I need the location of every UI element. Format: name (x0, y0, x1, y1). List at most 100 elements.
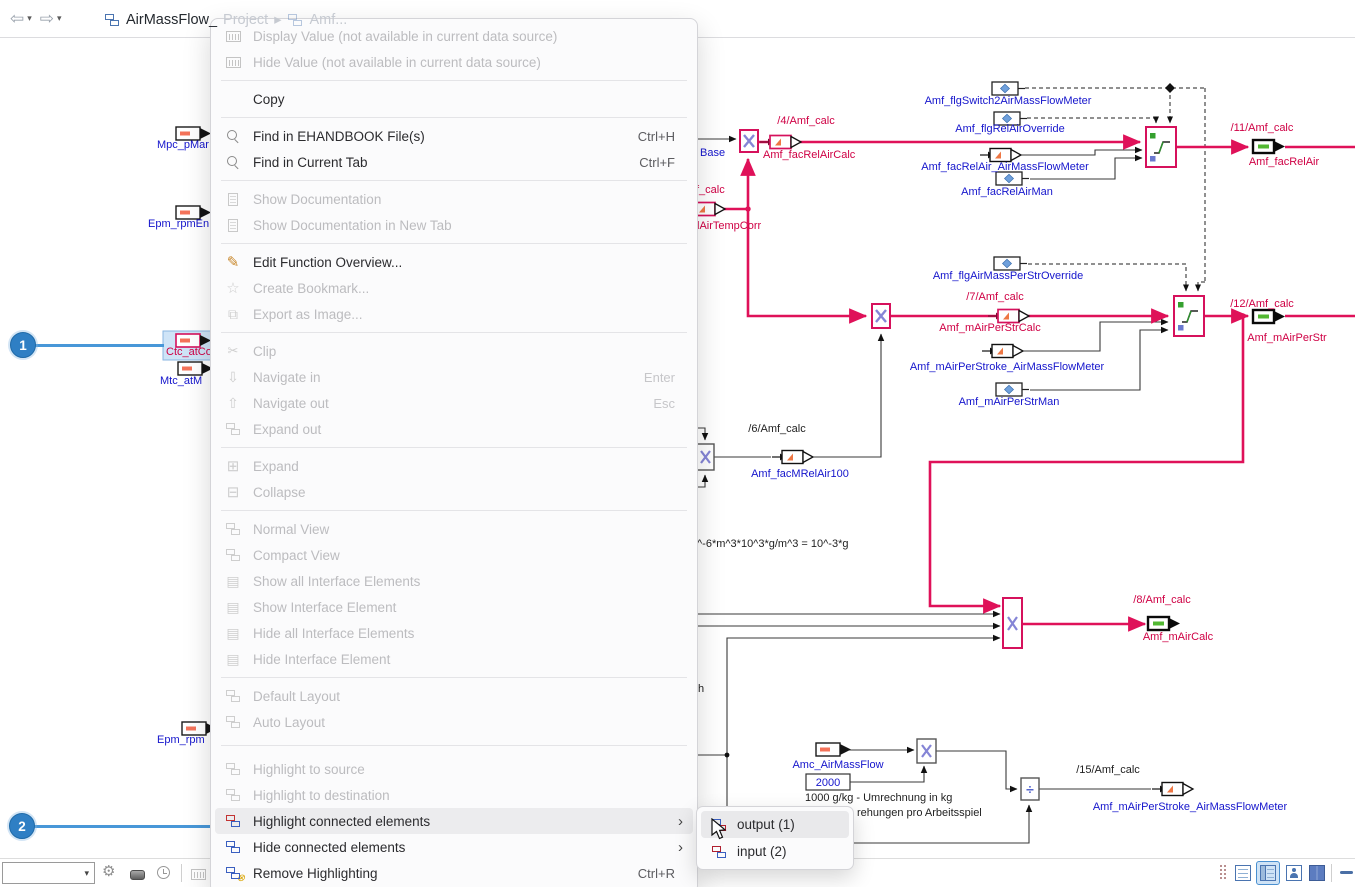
menu-item-navigate-out[interactable]: ⇧ Navigate out Esc (215, 390, 693, 416)
label-epm-bottom[interactable]: Epm_rpm (157, 734, 205, 746)
zoom-out-button[interactable] (1340, 871, 1353, 874)
menu-item-hide-value[interactable]: Hide Value (not available in current dat… (215, 49, 693, 75)
label-mairperstr-man[interactable]: Amf_mAirPerStrMan (959, 396, 1060, 408)
label-flg-relair-override[interactable]: Amf_flgRelAirOverride (955, 123, 1064, 135)
menu-item-default-layout[interactable]: Default Layout (215, 683, 693, 709)
menu-item-export-as-image[interactable]: ⧉ Export as Image... (215, 301, 693, 327)
menu-item-highlight-connected-elements[interactable]: Highlight connected elements › (215, 808, 693, 834)
label-mairperstrcalc[interactable]: Amf_mAirPerStrCalc (939, 322, 1041, 334)
multiply-block-2[interactable] (872, 304, 890, 328)
label-base: Base (700, 147, 725, 159)
forward-history-caret-icon[interactable]: ▾ (57, 13, 62, 24)
port-mairperstrcalc[interactable] (988, 310, 1029, 323)
history-clock-icon[interactable] (157, 866, 170, 883)
multiply-block-5[interactable] (917, 739, 936, 763)
port-facrelair-man[interactable] (996, 172, 1029, 185)
back-history-caret-icon[interactable]: ▾ (27, 13, 32, 24)
shortcut: Ctrl+H (638, 129, 675, 144)
submenu-item-input[interactable]: input (2) (701, 838, 849, 865)
menu-item-show-interface-element[interactable]: ▤ Show Interface Element (215, 594, 693, 620)
label-facrelair-man[interactable]: Amf_facRelAirMan (961, 186, 1053, 198)
menu-item-navigate-in[interactable]: ⇩ Navigate in Enter (215, 364, 693, 390)
port-mairperstroke-amfm-2[interactable] (1152, 783, 1193, 796)
port-mairperstroke-amfm[interactable] (982, 345, 1023, 358)
port-out-mairperstr[interactable] (1253, 310, 1285, 323)
multiply-block-4[interactable] (1003, 598, 1022, 648)
label-maircalc[interactable]: Amf_mAirCalc (1143, 631, 1214, 643)
port-facrelaircalc[interactable] (760, 136, 801, 149)
handbook-panel-button[interactable] (1305, 861, 1329, 885)
port-facmrelair100[interactable] (772, 451, 813, 464)
label-flg-perstr-override[interactable]: Amf_flgAirMassPerStrOverride (933, 270, 1083, 282)
menu-item-copy[interactable]: Copy (215, 86, 693, 112)
menu-item-hide-all-interface-elements[interactable]: ▤ Hide all Interface Elements (215, 620, 693, 646)
menu-item-compact-view[interactable]: Compact View (215, 542, 693, 568)
menu-item-hide-connected-elements[interactable]: Hide connected elements › (215, 834, 693, 860)
menu-item-show-documentation[interactable]: Show Documentation (215, 186, 693, 212)
drag-handle-icon[interactable] (1220, 865, 1226, 885)
menu-item-find-in-ehandbook[interactable]: Find in EHANDBOOK File(s) Ctrl+H (215, 123, 693, 149)
settings-gear-icon[interactable]: ⚙ (102, 862, 115, 880)
menu-item-hide-interface-element[interactable]: ▤ Hide Interface Element (215, 646, 693, 672)
menu-item-remove-highlighting[interactable]: ⊗ Remove Highlighting Ctrl+R (215, 860, 693, 886)
label-facrelaircalc[interactable]: Amf_facRelAirCalc (763, 149, 856, 161)
expand-icon: ⊞ (223, 457, 243, 475)
menu-item-collapse[interactable]: ⊟ Collapse (215, 479, 693, 505)
contact-panel-button[interactable] (1282, 861, 1306, 885)
label-mpc[interactable]: Mpc_pMar (157, 139, 209, 151)
menu-item-highlight-to-destination[interactable]: Highlight to destination (215, 782, 693, 808)
menu-item-create-bookmark[interactable]: ☆ Create Bookmark... (215, 275, 693, 301)
diagram-input-icon (709, 845, 729, 859)
label-facrelair[interactable]: Amf_facRelAir (1249, 156, 1320, 168)
forward-icon[interactable]: ⇨ (40, 10, 54, 27)
label-calc11: /11/Amf_calc (1231, 122, 1294, 134)
switch-block-1[interactable] (1146, 127, 1176, 167)
menu-item-edit-function-overview[interactable]: ✎ Edit Function Overview... (215, 249, 693, 275)
sidebar-panel-button[interactable] (1256, 861, 1280, 885)
menu-item-show-documentation-new-tab[interactable]: Show Documentation in New Tab (215, 212, 693, 238)
port-flg-switch2[interactable] (992, 82, 1025, 95)
shortcut: Ctrl+F (639, 155, 675, 170)
menu-item-auto-layout[interactable]: Auto Layout (215, 709, 693, 735)
label-lairtempcorr[interactable]: lAirTempCorr (697, 220, 762, 232)
label-fcalc-fragment: f_calc (696, 184, 725, 196)
menu-item-find-in-current-tab[interactable]: Find in Current Tab Ctrl+F (215, 149, 693, 175)
hide-value-icon (223, 57, 243, 68)
label-flg-switch2[interactable]: Amf_flgSwitch2AirMassFlowMeter (925, 95, 1092, 107)
overview-panel-button[interactable] (1231, 861, 1255, 885)
port-facrelair-amfm[interactable] (980, 149, 1021, 162)
multiply-block-1[interactable] (740, 130, 758, 152)
label-epm-top[interactable]: Epm_rpmEn (148, 218, 209, 230)
label-facrelair-amfm[interactable]: Amf_facRelAir_AirMassFlowMeter (921, 161, 1089, 173)
port-mtc[interactable] (178, 362, 213, 375)
callout-1-badge: 1 (10, 332, 36, 358)
label-mairperstroke-amfm[interactable]: Amf_mAirPerStroke_AirMassFlowMeter (910, 361, 1105, 373)
back-icon[interactable]: ⇦ (10, 10, 24, 27)
menu-item-highlight-to-source[interactable]: Highlight to source (215, 756, 693, 782)
menu-item-clip[interactable]: ✂ Clip (215, 338, 693, 364)
divide-block[interactable]: ÷ (1021, 778, 1039, 800)
menu-item-display-value[interactable]: Display Value (not available in current … (215, 23, 693, 49)
port-flg-perstr-override[interactable] (994, 257, 1027, 270)
label-ctc[interactable]: Ctc_atCo (166, 346, 212, 358)
menu-item-normal-view[interactable]: Normal View (215, 516, 693, 542)
database-icon[interactable] (130, 867, 145, 884)
port-out-maircalc[interactable] (1148, 617, 1180, 630)
constant-2000[interactable]: 2000 (806, 774, 850, 790)
value-source-combobox[interactable]: ▾ (2, 862, 95, 884)
label-mairperstr[interactable]: Amf_mAirPerStr (1247, 332, 1327, 344)
switch-block-2[interactable] (1174, 296, 1204, 336)
label-mtc[interactable]: Mtc_atM (160, 375, 202, 387)
menu-item-expand[interactable]: ⊞ Expand (215, 453, 693, 479)
multiply-block-3[interactable] (697, 444, 714, 470)
menu-item-show-all-interface-elements[interactable]: ▤ Show all Interface Elements (215, 568, 693, 594)
menu-item-expand-out[interactable]: Expand out (215, 416, 693, 442)
label-amc-airmassflow[interactable]: Amc_AirMassFlow (792, 759, 883, 771)
port-mairperstr-man[interactable] (996, 383, 1029, 396)
port-amc-airmassflow[interactable] (816, 743, 851, 756)
label-mairperstroke-amfm-2[interactable]: Amf_mAirPerStroke_AirMassFlowMeter (1093, 801, 1288, 813)
port-out-facrelair[interactable] (1253, 140, 1285, 153)
label-facmrelair100[interactable]: Amf_facMRelAir100 (751, 468, 849, 480)
display-value-toolbar-icon[interactable] (191, 867, 206, 884)
toolbar-separator (181, 864, 182, 882)
